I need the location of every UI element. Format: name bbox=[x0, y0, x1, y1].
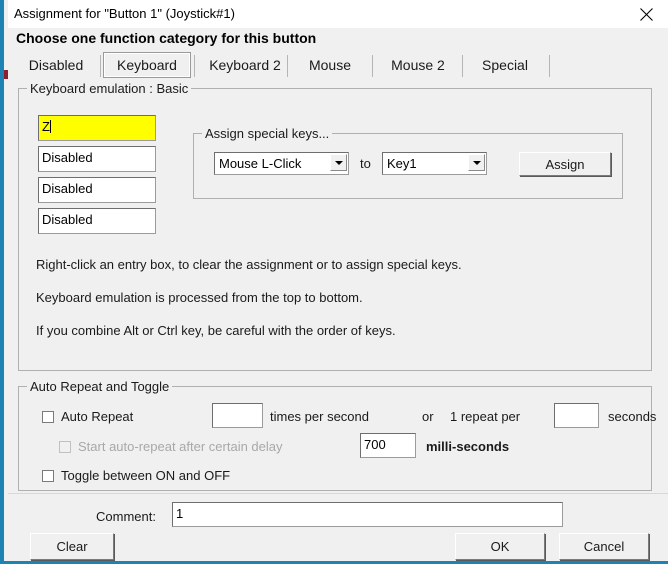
auto-repeat-checkbox-label: Auto Repeat bbox=[61, 409, 134, 424]
assign-button[interactable]: Assign bbox=[519, 152, 611, 176]
tab-label: Mouse 2 bbox=[391, 57, 445, 73]
dialog-client-area: Choose one function category for this bu… bbox=[8, 28, 668, 561]
key-entry-value: Disabled bbox=[42, 150, 93, 165]
page-title: Choose one function category for this bu… bbox=[16, 30, 317, 46]
assign-special-keys-group: Assign special keys... Mouse L-Click to … bbox=[193, 126, 623, 199]
chevron-down-icon[interactable] bbox=[330, 154, 347, 171]
clear-button-label: Clear bbox=[56, 539, 88, 554]
footer-divider bbox=[8, 493, 668, 494]
keyboard-emulation-group: Keyboard emulation : Basic Z Disabled Di… bbox=[18, 81, 652, 371]
ok-button-label: OK bbox=[490, 539, 510, 554]
tab-label: Keyboard bbox=[117, 57, 177, 73]
checkbox-box bbox=[59, 440, 71, 453]
delay-units-label: milli-seconds bbox=[426, 439, 510, 454]
comment-value: 1 bbox=[176, 506, 184, 521]
tab-separator bbox=[372, 55, 373, 77]
key-entry-value: Z bbox=[42, 119, 50, 134]
keyboard-emulation-group-label: Keyboard emulation : Basic bbox=[27, 81, 192, 96]
key-entry-box-4[interactable]: Disabled bbox=[38, 208, 156, 234]
tab-separator bbox=[194, 55, 195, 77]
delay-input[interactable]: 700 bbox=[360, 433, 416, 458]
comment-label: Comment: bbox=[96, 509, 156, 524]
auto-repeat-group-label: Auto Repeat and Toggle bbox=[27, 379, 173, 394]
hint-line-1: Right-click an entry box, to clear the a… bbox=[36, 257, 462, 272]
special-key-source-value: Mouse L-Click bbox=[219, 156, 302, 171]
tab-label: Keyboard 2 bbox=[209, 57, 281, 73]
key-entry-value: Disabled bbox=[42, 212, 93, 227]
tab-label: Disabled bbox=[28, 57, 84, 73]
times-per-second-label: times per second bbox=[270, 409, 369, 424]
toggle-checkbox-label: Toggle between ON and OFF bbox=[61, 468, 231, 483]
checkbox-box bbox=[42, 410, 54, 423]
window-title: Assignment for "Button 1" (Joystick#1) bbox=[14, 6, 235, 21]
special-key-source-select[interactable]: Mouse L-Click bbox=[214, 152, 349, 175]
tab-mouse-2[interactable]: Mouse 2 bbox=[376, 52, 460, 78]
key-entry-box-1[interactable]: Z bbox=[38, 115, 156, 141]
seconds-label: seconds bbox=[608, 409, 657, 424]
chevron-down-icon[interactable] bbox=[468, 154, 485, 171]
auto-repeat-group: Auto Repeat and Toggle Auto Repeat times… bbox=[18, 379, 656, 491]
tab-keyboard-2[interactable]: Keyboard 2 bbox=[198, 52, 292, 78]
key-entry-box-2[interactable]: Disabled bbox=[38, 146, 156, 172]
tab-separator bbox=[100, 55, 101, 77]
tab-separator bbox=[287, 55, 288, 77]
close-icon bbox=[639, 7, 653, 21]
comment-input[interactable]: 1 bbox=[172, 502, 563, 527]
or-label: or bbox=[422, 409, 434, 424]
checkbox-box bbox=[42, 469, 54, 482]
tab-separator bbox=[549, 55, 550, 77]
auto-repeat-checkbox[interactable]: Auto Repeat bbox=[42, 409, 133, 424]
tab-label: Special bbox=[482, 57, 528, 73]
key-entry-value: Disabled bbox=[42, 181, 93, 196]
text-caret bbox=[49, 120, 51, 133]
tab-special[interactable]: Special bbox=[466, 52, 544, 78]
start-auto-repeat-delay-checkbox[interactable]: Start auto-repeat after certain delay bbox=[59, 439, 283, 454]
key-entry-box-3[interactable]: Disabled bbox=[38, 177, 156, 203]
title-bar: Assignment for "Button 1" (Joystick#1) bbox=[8, 0, 668, 28]
special-key-target-value: Key1 bbox=[387, 156, 417, 171]
close-button[interactable] bbox=[623, 0, 668, 28]
cancel-button-label: Cancel bbox=[583, 539, 625, 554]
seconds-input[interactable] bbox=[554, 403, 599, 428]
cancel-button[interactable]: Cancel bbox=[559, 533, 649, 560]
special-key-target-select[interactable]: Key1 bbox=[382, 152, 487, 175]
to-label: to bbox=[360, 156, 371, 171]
one-repeat-per-label: 1 repeat per bbox=[450, 409, 521, 424]
assign-special-keys-group-label: Assign special keys... bbox=[202, 126, 333, 141]
clear-button[interactable]: Clear bbox=[30, 533, 114, 560]
tab-keyboard[interactable]: Keyboard bbox=[103, 52, 191, 78]
hint-line-3: If you combine Alt or Ctrl key, be caref… bbox=[36, 323, 396, 338]
ok-button[interactable]: OK bbox=[455, 533, 545, 560]
tab-label: Mouse bbox=[308, 57, 352, 73]
tab-mouse[interactable]: Mouse bbox=[292, 52, 368, 78]
dialog-window: Assignment for "Button 1" (Joystick#1) C… bbox=[0, 0, 668, 564]
tab-disabled[interactable]: Disabled bbox=[16, 52, 96, 78]
toggle-checkbox[interactable]: Toggle between ON and OFF bbox=[42, 468, 230, 483]
assign-button-label: Assign bbox=[545, 156, 585, 172]
tab-separator bbox=[462, 55, 463, 77]
tab-strip: Disabled Keyboard Keyboard 2 Mouse Mouse… bbox=[12, 52, 662, 80]
hint-line-2: Keyboard emulation is processed from the… bbox=[36, 290, 363, 305]
start-auto-repeat-delay-label: Start auto-repeat after certain delay bbox=[78, 439, 283, 454]
times-per-second-input[interactable] bbox=[212, 403, 263, 428]
delay-value: 700 bbox=[364, 437, 386, 452]
